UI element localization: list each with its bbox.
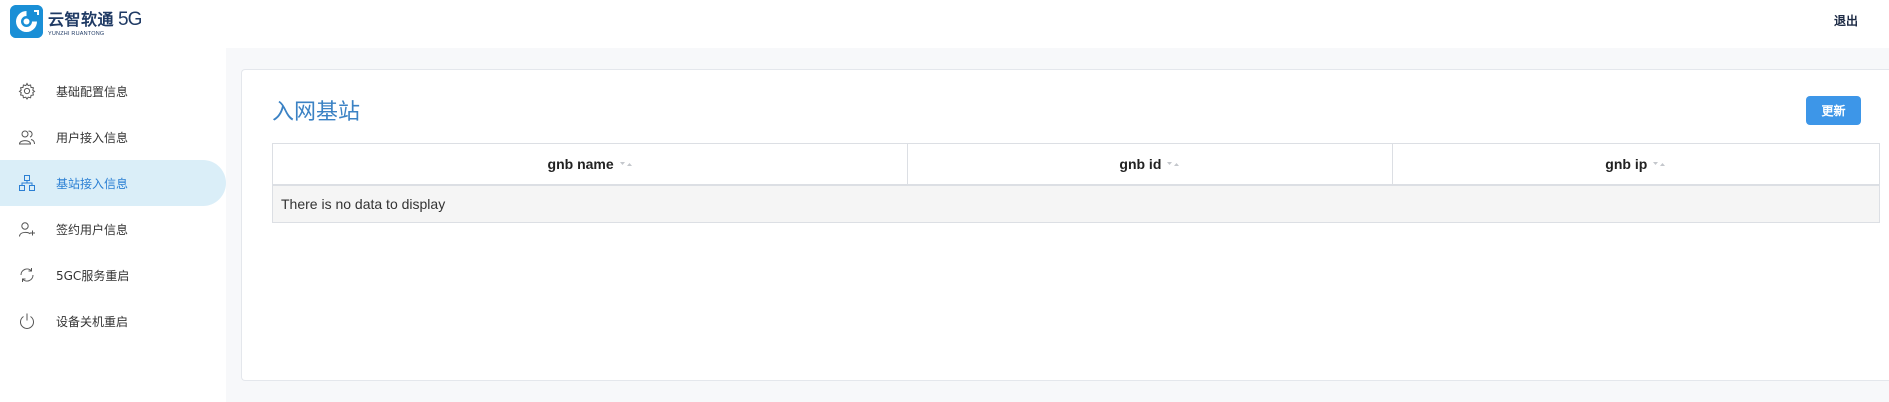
page-title: 入网基站 [272,100,361,125]
logo-chinese-name: 云智软通 [48,9,115,29]
sidebar-item-label: 基站接入信息 [56,176,129,191]
sidebar-item-base-station-access[interactable]: 基站接入信息 [0,160,226,206]
top-bar: 云智软通 5G YUNZHI RUANTONG 退出 [0,0,1889,48]
logo-text: 云智软通 5G YUNZHI RUANTONG [48,6,142,37]
logout-link[interactable]: 退出 [1834,12,1858,29]
sort-icon [619,160,633,168]
sidebar-item-user-access[interactable]: 用户接入信息 [0,114,226,160]
update-button[interactable]: 更新 [1806,96,1861,125]
base-station-table: gnb name gnb id gnb ip There is no data … [272,143,1880,223]
column-header-gnb-ip[interactable]: gnb ip [1393,144,1879,184]
column-label: gnb ip [1605,156,1648,172]
sidebar-item-label: 设备关机重启 [56,314,129,329]
sort-icon [1652,160,1666,168]
sidebar: 基础配置信息 用户接入信息 基站接入信息 签约用户信息 5GC服务重启 设备关机… [0,48,226,402]
logo-subtitle: YUNZHI RUANTONG [48,30,105,37]
sort-icon [1166,160,1180,168]
sidebar-item-label: 签约用户信息 [56,222,129,237]
power-icon [17,311,37,331]
sidebar-item-label: 基础配置信息 [56,84,129,99]
empty-table-message: There is no data to display [273,186,1879,222]
brand-logo: 云智软通 5G YUNZHI RUANTONG [10,4,142,38]
column-label: gnb id [1119,156,1162,172]
base-station-card: 入网基站 更新 gnb name gnb id gnb ip There is … [241,69,1889,381]
network-nodes-icon [17,173,37,193]
sidebar-item-basic-config[interactable]: 基础配置信息 [0,68,226,114]
gear-icon [17,81,37,101]
column-header-gnb-name[interactable]: gnb name [273,144,909,184]
user-add-icon [17,219,37,239]
sidebar-item-device-power[interactable]: 设备关机重启 [0,298,226,344]
column-label: gnb name [547,156,614,172]
logo-5g: 5G [118,8,142,30]
table-header: gnb name gnb id gnb ip [273,144,1879,186]
refresh-icon [17,265,37,285]
column-header-gnb-id[interactable]: gnb id [908,144,1393,184]
sidebar-item-subscriber-info[interactable]: 签约用户信息 [0,206,226,252]
users-icon [17,127,37,147]
logo-mark-icon [10,4,43,38]
sidebar-item-label: 5GC服务重启 [56,268,130,283]
sidebar-item-5gc-restart[interactable]: 5GC服务重启 [0,252,226,298]
sidebar-item-label: 用户接入信息 [56,130,129,145]
